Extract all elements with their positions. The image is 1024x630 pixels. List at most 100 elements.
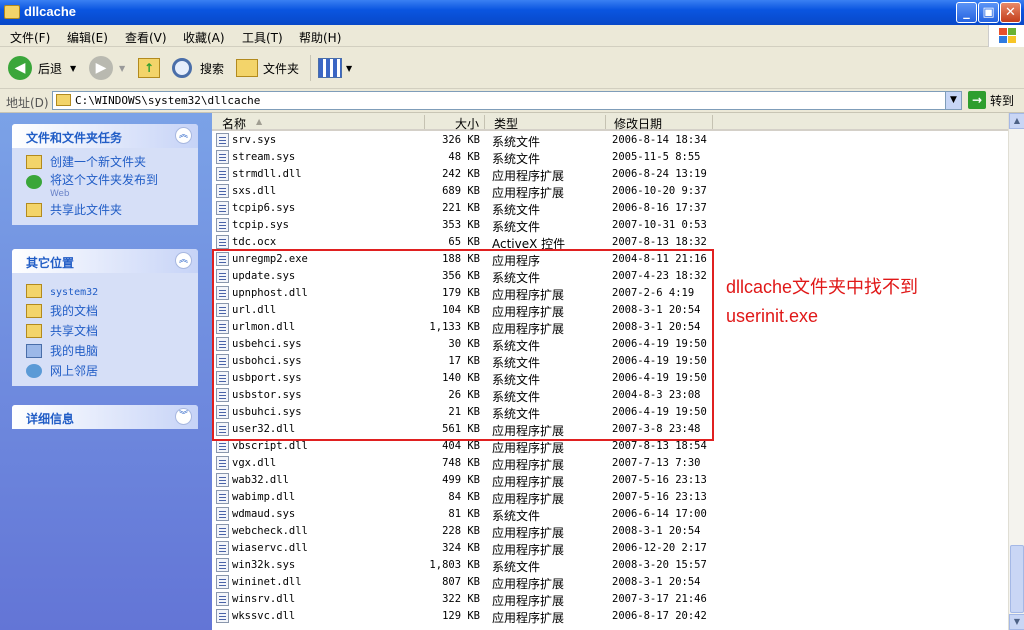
file-date: 2006-4-19 19:50 xyxy=(612,372,707,384)
column-header-name[interactable]: 名称 xyxy=(222,115,246,132)
file-row[interactable]: webcheck.dll 228 KB 应用程序扩展 2008-3-1 20:54 xyxy=(212,523,1008,540)
forward-button[interactable]: ▶ ▼ xyxy=(89,55,125,81)
panel-header[interactable]: 其它位置 ︽ xyxy=(12,249,198,273)
new-folder-icon xyxy=(26,155,42,169)
column-divider[interactable] xyxy=(484,115,485,129)
title-bar[interactable]: dllcache _ ▣ ✕ xyxy=(0,0,1024,25)
menu-view[interactable]: 查看(V) xyxy=(125,29,167,46)
back-button[interactable]: ◀ 后退 ▼ xyxy=(8,55,76,81)
folders-button[interactable]: 文件夹 xyxy=(236,55,299,81)
file-row[interactable]: wabimp.dll 84 KB 应用程序扩展 2007-5-16 23:13 xyxy=(212,489,1008,506)
close-button[interactable]: ✕ xyxy=(1000,2,1021,23)
vertical-scrollbar[interactable]: ▲ ▼ xyxy=(1008,113,1024,630)
go-button[interactable]: → 转到 xyxy=(968,91,1014,109)
file-row[interactable]: unregmp2.exe 188 KB 应用程序 2004-8-11 21:16 xyxy=(212,251,1008,268)
column-divider[interactable] xyxy=(424,115,425,129)
scroll-thumb[interactable] xyxy=(1010,545,1024,613)
file-row[interactable]: tcpip.sys 353 KB 系统文件 2007-10-31 0:53 xyxy=(212,217,1008,234)
column-header-size[interactable]: 大小 xyxy=(455,115,479,132)
task-publish-web[interactable]: 将这个文件夹发布到 xyxy=(12,172,198,189)
file-row[interactable]: winsrv.dll 322 KB 应用程序扩展 2007-3-17 21:46 xyxy=(212,591,1008,608)
file-row[interactable]: wab32.dll 499 KB 应用程序扩展 2007-5-16 23:13 xyxy=(212,472,1008,489)
task-publish-web-suffix[interactable]: Web xyxy=(12,188,198,200)
other-places-panel: 其它位置 ︽ system32 我的文档 共享文档 我的电脑 网上邻居 xyxy=(12,249,198,386)
collapse-chevron-icon[interactable]: ︽ xyxy=(175,252,192,269)
file-size: 356 KB xyxy=(442,270,480,282)
panel-title: 详细信息 xyxy=(26,412,75,426)
file-row[interactable]: win32k.sys 1,803 KB 系统文件 2008-3-20 15:57 xyxy=(212,557,1008,574)
minimize-button[interactable]: _ xyxy=(956,2,977,23)
system-file-icon xyxy=(216,337,229,351)
menu-favorites[interactable]: 收藏(A) xyxy=(183,29,225,46)
file-name: unregmp2.exe xyxy=(232,253,308,265)
file-row[interactable]: stream.sys 48 KB 系统文件 2005-11-5 8:55 xyxy=(212,149,1008,166)
panel-header[interactable]: 详细信息 ︾ xyxy=(12,405,198,429)
file-row[interactable]: wkssvc.dll 129 KB 应用程序扩展 2006-8-17 20:42 xyxy=(212,608,1008,625)
chevron-down-icon[interactable]: ▼ xyxy=(945,92,961,109)
place-my-computer[interactable]: 我的电脑 xyxy=(12,341,198,361)
file-row[interactable]: vbscript.dll 404 KB 应用程序扩展 2007-8-13 18:54 xyxy=(212,438,1008,455)
column-divider[interactable] xyxy=(712,115,713,129)
file-type: 系统文件 xyxy=(492,390,541,404)
panel-header[interactable]: 文件和文件夹任务 ︽ xyxy=(12,124,198,148)
file-row[interactable]: user32.dll 561 KB 应用程序扩展 2007-3-8 23:48 xyxy=(212,421,1008,438)
file-row[interactable]: usbstor.sys 26 KB 系统文件 2004-8-3 23:08 xyxy=(212,387,1008,404)
file-row[interactable]: srv.sys 326 KB 系统文件 2006-8-14 18:34 xyxy=(212,132,1008,149)
task-new-folder[interactable]: 创建一个新文件夹 xyxy=(12,152,198,172)
file-row[interactable]: usbuhci.sys 21 KB 系统文件 2006-4-19 19:50 xyxy=(212,404,1008,421)
column-header-date[interactable]: 修改日期 xyxy=(614,115,662,132)
folder-icon xyxy=(56,94,71,106)
place-system32[interactable]: system32 xyxy=(12,281,198,301)
file-list: 名称 ▲ 大小 类型 修改日期 srv.sys 326 KB 系统文件 2006-8-… xyxy=(212,113,1008,630)
panel-title: 文件和文件夹任务 xyxy=(26,131,123,145)
file-size: 228 KB xyxy=(442,525,480,537)
menu-help[interactable]: 帮助(H) xyxy=(299,29,341,46)
menu-tools[interactable]: 工具(T) xyxy=(242,29,283,46)
file-row[interactable]: wdmaud.sys 81 KB 系统文件 2006-6-14 17:00 xyxy=(212,506,1008,523)
file-row[interactable]: tdc.ocx 65 KB ActiveX 控件 2007-8-13 18:32 xyxy=(212,234,1008,251)
file-type: 应用程序扩展 xyxy=(492,458,565,472)
file-row[interactable]: usbohci.sys 17 KB 系统文件 2006-4-19 19:50 xyxy=(212,353,1008,370)
system-file-icon xyxy=(216,388,229,402)
scroll-down-icon[interactable]: ▼ xyxy=(1009,614,1024,630)
file-row[interactable]: tcpip6.sys 221 KB 系统文件 2006-8-16 17:37 xyxy=(212,200,1008,217)
place-my-documents[interactable]: 我的文档 xyxy=(12,301,198,321)
file-row[interactable]: wininet.dll 807 KB 应用程序扩展 2008-3-1 20:54 xyxy=(212,574,1008,591)
place-network[interactable]: 网上邻居 xyxy=(12,361,198,381)
file-row[interactable]: usbport.sys 140 KB 系统文件 2006-4-19 19:50 xyxy=(212,370,1008,387)
up-folder-button[interactable]: ↑ xyxy=(138,55,160,81)
file-row[interactable]: wiaservc.dll 324 KB 应用程序扩展 2006-12-20 2:17 xyxy=(212,540,1008,557)
system-file-icon xyxy=(216,507,229,521)
system-file-icon xyxy=(216,575,229,589)
search-button[interactable]: 搜索 xyxy=(172,55,224,81)
file-date: 2004-8-11 21:16 xyxy=(612,253,707,265)
file-name: usbuhci.sys xyxy=(232,406,302,418)
expand-chevron-icon[interactable]: ︾ xyxy=(175,408,192,425)
system-file-icon xyxy=(216,133,229,147)
views-button[interactable]: ▼ xyxy=(318,55,352,81)
file-type: 系统文件 xyxy=(492,152,541,166)
column-divider[interactable] xyxy=(605,115,606,129)
file-type: 应用程序扩展 xyxy=(492,492,565,506)
scroll-up-icon[interactable]: ▲ xyxy=(1009,113,1024,129)
system-file-icon xyxy=(216,303,229,317)
collapse-chevron-icon[interactable]: ︽ xyxy=(175,127,192,144)
task-share-folder[interactable]: 共享此文件夹 xyxy=(12,200,198,220)
place-shared-documents[interactable]: 共享文档 xyxy=(12,321,198,341)
column-header-type[interactable]: 类型 xyxy=(494,115,518,132)
file-row[interactable]: sxs.dll 689 KB 应用程序扩展 2006-10-20 9:37 xyxy=(212,183,1008,200)
maximize-button[interactable]: ▣ xyxy=(978,2,999,23)
file-size: 188 KB xyxy=(442,253,480,265)
folders-label: 文件夹 xyxy=(263,61,300,76)
file-row[interactable]: vgx.dll 748 KB 应用程序扩展 2007-7-13 7:30 xyxy=(212,455,1008,472)
file-name: usbstor.sys xyxy=(232,389,302,401)
file-row[interactable]: strmdll.dll 242 KB 应用程序扩展 2006-8-24 13:19 xyxy=(212,166,1008,183)
file-date: 2007-5-16 23:13 xyxy=(612,474,707,486)
file-size: 322 KB xyxy=(442,593,480,605)
file-date: 2006-4-19 19:50 xyxy=(612,355,707,367)
menu-edit[interactable]: 编辑(E) xyxy=(67,29,108,46)
menu-file[interactable]: 文件(F) xyxy=(10,29,50,46)
file-size: 689 KB xyxy=(442,185,480,197)
file-row[interactable]: usbehci.sys 30 KB 系统文件 2006-4-19 19:50 xyxy=(212,336,1008,353)
address-input[interactable]: C:\WINDOWS\system32\dllcache ▼ xyxy=(52,91,962,110)
